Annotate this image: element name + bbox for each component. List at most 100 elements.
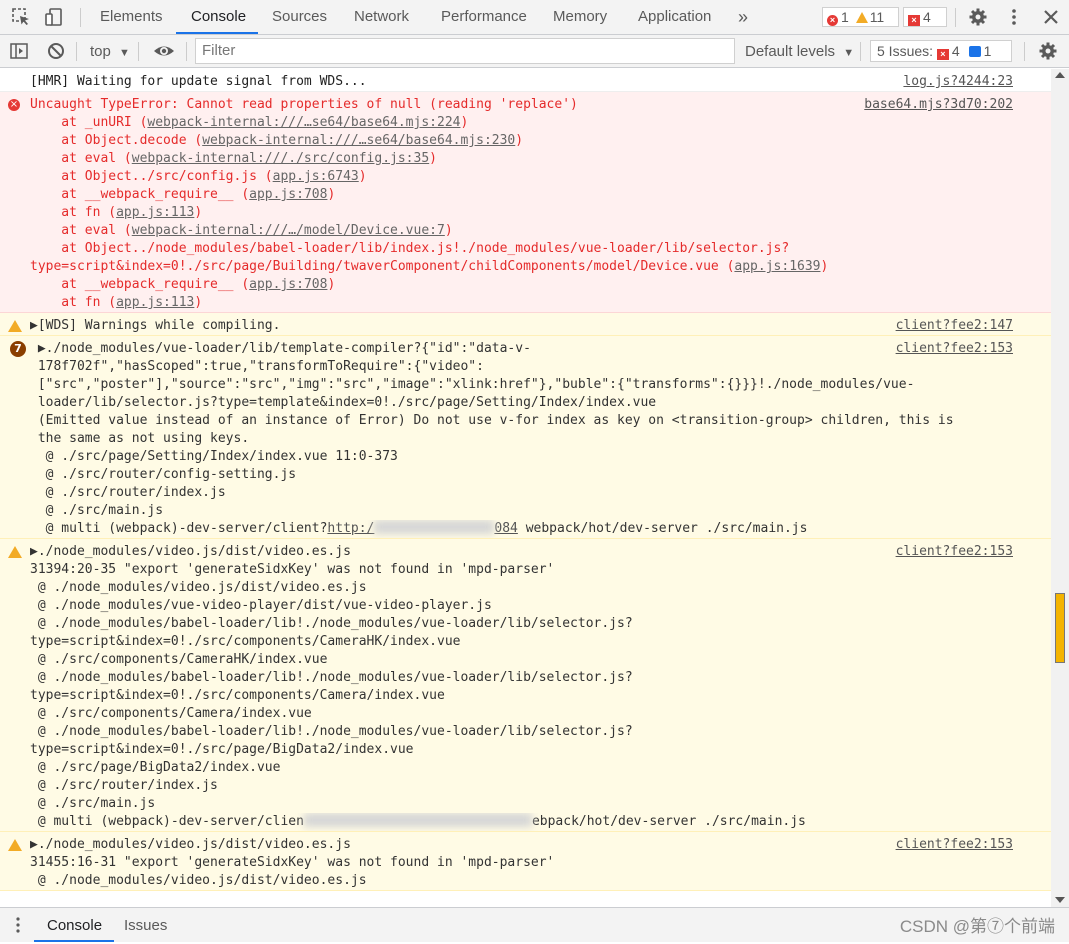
message-text: @ ./src/main.js — [30, 503, 164, 518]
message-line: @ ./src/components/Camera/index.vue — [30, 705, 1011, 723]
message-line: ▶[WDS] Warnings while compiling. — [30, 317, 1011, 335]
console-settings-gear-icon[interactable] — [1038, 41, 1058, 61]
console-message-error[interactable]: × base64.mjs?3d70:202 Uncaught TypeError: … — [0, 92, 1051, 313]
message-source-link[interactable]: log.js?4244:23 — [903, 73, 1013, 91]
message-line: @ ./node_modules/vue-video-player/dist/v… — [30, 597, 1011, 615]
console-message-warning[interactable]: client?fee2:153 ▶./node_modules/video.js/… — [0, 832, 1051, 891]
error-count: 1 — [841, 9, 849, 25]
message-text: at eval ( — [30, 151, 132, 166]
console-message-warning[interactable]: client?fee2:147 ▶[WDS] Warnings while com… — [0, 313, 1051, 336]
clear-console-icon[interactable] — [46, 41, 66, 61]
live-expression-eye-icon[interactable] — [152, 41, 176, 61]
message-text: type=script&index=0!./src/page/BigData2/… — [30, 742, 414, 757]
stack-frame-link[interactable]: app.js:6743 — [273, 169, 359, 184]
message-line: ▶./node_modules/video.js/dist/video.es.j… — [30, 543, 1011, 561]
message-text: at eval ( — [30, 223, 132, 238]
stack-frame-link[interactable]: app.js:113 — [116, 295, 194, 310]
tab-memory[interactable]: Memory — [553, 0, 607, 34]
message-source-link[interactable]: base64.mjs?3d70:202 — [864, 96, 1013, 114]
console-message-warning[interactable]: 7 client?fee2:153 ▶./node_modules/vue-loa… — [0, 336, 1051, 539]
message-text: ) — [820, 259, 829, 274]
message-line: type=script&index=0!./src/page/Building/… — [30, 258, 1011, 276]
chevron-down-icon: ▼ — [119, 47, 130, 59]
scrollbar-track[interactable] — [1051, 69, 1069, 907]
message-line: @ ./node_modules/babel-loader/lib!./node… — [30, 615, 1011, 633]
stack-frame-link[interactable]: webpack-internal:///…se64/base64.mjs:230 — [202, 133, 515, 148]
filter-input[interactable]: Filter — [195, 38, 735, 64]
message-text: ) — [327, 187, 336, 202]
stack-frame-link[interactable]: app.js:113 — [116, 205, 194, 220]
message-text: at _unURI ( — [30, 115, 148, 130]
inspect-element-icon[interactable] — [11, 7, 31, 27]
more-tabs-button[interactable]: » — [738, 0, 748, 34]
message-text: ▶./node_modules/video.js/dist/video.es.j… — [30, 837, 351, 852]
close-icon[interactable] — [1041, 7, 1061, 27]
stack-frame-link[interactable]: app.js:1639 — [734, 259, 820, 274]
console-counts-badge[interactable]: × 1 11 — [822, 7, 899, 27]
message-line: ["src","poster"],"source":"src","img":"s… — [30, 376, 1011, 394]
scroll-up-arrow-icon[interactable] — [1055, 72, 1065, 78]
drawer-tab-console[interactable]: Console — [47, 908, 102, 942]
device-toolbar-icon[interactable] — [44, 7, 64, 27]
message-text: @ ./src/components/CameraHK/index.vue — [30, 652, 328, 667]
issue-flag-icon: × — [908, 15, 920, 26]
console-message-warning[interactable]: client?fee2:153 ▶./node_modules/video.js/… — [0, 539, 1051, 832]
tab-network[interactable]: Network — [354, 0, 409, 34]
context-selector[interactable]: top ▼ — [90, 35, 130, 68]
stack-frame-link[interactable]: app.js:708 — [249, 187, 327, 202]
message-line: @ ./src/components/CameraHK/index.vue — [30, 651, 1011, 669]
divider — [1024, 42, 1025, 61]
issues-button[interactable]: 5 Issues: × 4 1 — [870, 40, 1012, 62]
issues-count: 4 — [923, 9, 931, 25]
message-text: @ ./src/router/index.js — [30, 778, 218, 793]
scroll-down-arrow-icon[interactable] — [1055, 897, 1065, 903]
tab-application[interactable]: Application — [638, 0, 711, 34]
log-levels-dropdown[interactable]: Default levels ▼ — [745, 35, 854, 68]
message-line: @ ./src/main.js — [30, 795, 1011, 813]
kebab-menu-icon[interactable] — [1004, 7, 1024, 27]
message-text: ▶./node_modules/video.js/dist/video.es.j… — [30, 544, 351, 559]
message-text: at __webpack_require__ ( — [30, 277, 250, 292]
tab-console[interactable]: Console — [191, 0, 246, 34]
scrollbar-thumb[interactable] — [1055, 593, 1065, 663]
message-text: @ ./node_modules/video.js/dist/video.es.… — [30, 873, 367, 888]
stack-frame-link[interactable]: webpack-internal:///…/model/Device.vue:7 — [132, 223, 445, 238]
message-text: ) — [194, 205, 203, 220]
drawer-tab-issues[interactable]: Issues — [124, 908, 167, 942]
message-source-link[interactable]: client?fee2:153 — [896, 340, 1013, 358]
stack-frame-link[interactable]: app.js:708 — [249, 277, 327, 292]
message-line: @ ./src/page/BigData2/index.vue — [30, 759, 1011, 777]
stack-frame-link[interactable]: webpack-internal:///./src/config.js:35 — [132, 151, 429, 166]
log-levels-value: Default levels — [745, 43, 836, 60]
stack-frame-link[interactable]: http:/ — [327, 521, 374, 536]
message-line: @ ./node_modules/babel-loader/lib!./node… — [30, 723, 1011, 741]
message-line: (Emitted value instead of an instance of… — [30, 412, 1011, 430]
message-text: @ ./src/page/BigData2/index.vue — [30, 760, 281, 775]
stack-frame-link[interactable]: webpack-internal:///…se64/base64.mjs:224 — [147, 115, 460, 130]
tab-performance[interactable]: Performance — [441, 0, 527, 34]
message-line: type=script&index=0!./src/components/Cam… — [30, 633, 1011, 651]
stack-frame-link[interactable]: 084 — [494, 521, 517, 536]
message-line: @ ./src/router/index.js — [30, 777, 1011, 795]
message-source-link[interactable]: client?fee2:147 — [896, 317, 1013, 335]
tab-sources[interactable]: Sources — [272, 0, 327, 34]
tab-elements[interactable]: Elements — [100, 0, 163, 34]
sidebar-toggle-icon[interactable] — [9, 41, 29, 61]
message-source-link[interactable]: client?fee2:153 — [896, 543, 1013, 561]
message-text: at Object../node_modules/babel-loader/li… — [30, 241, 790, 256]
divider — [955, 8, 956, 27]
message-text: type=script&index=0!./src/components/Cam… — [30, 634, 461, 649]
issues-badge[interactable]: × 4 — [903, 7, 947, 27]
redacted-region — [303, 813, 532, 827]
divider — [138, 42, 139, 61]
message-text: ▶[WDS] Warnings while compiling. — [30, 318, 281, 333]
settings-gear-icon[interactable] — [968, 7, 988, 27]
message-line: @ ./src/page/Setting/Index/index.vue 11:… — [30, 448, 1011, 466]
message-text: @ ./node_modules/video.js/dist/video.es.… — [30, 580, 367, 595]
message-source-link[interactable]: client?fee2:153 — [896, 836, 1013, 854]
console-message-info[interactable]: log.js?4244:23 [HMR] Waiting for update s… — [0, 69, 1051, 92]
message-line: ▶./node_modules/video.js/dist/video.es.j… — [30, 836, 1011, 854]
message-line: 31394:20-35 "export 'generateSidxKey' wa… — [30, 561, 1011, 579]
message-text: @ ./src/router/index.js — [30, 485, 226, 500]
drawer-menu-icon[interactable] — [10, 916, 26, 934]
